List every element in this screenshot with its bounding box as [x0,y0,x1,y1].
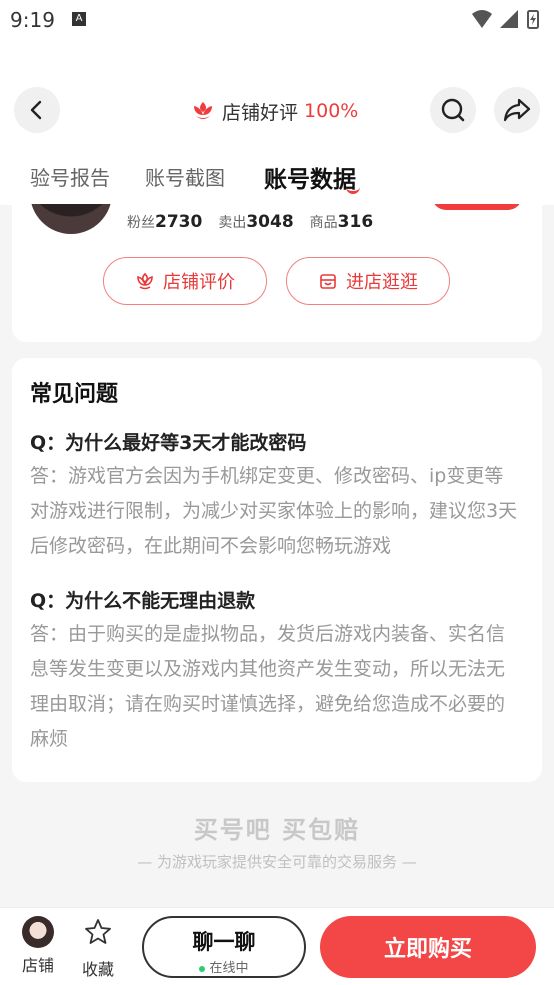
shop-rating-value: 100% [304,100,359,122]
status-time: 9:19 [10,8,55,32]
shop-avatar-small [22,916,54,948]
buy-now-button[interactable]: 立即购买 [320,916,536,978]
tab-account-screenshots[interactable]: 账号截图 [145,162,225,191]
goods-value: 316 [337,212,374,232]
bottom-action-bar: 店铺 收藏 聊一聊 在线中 立即购买 [0,907,554,985]
sold-value: 3048 [246,212,294,232]
fans-value: 2730 [155,212,203,232]
shop-review-label: 店铺评价 [163,272,235,293]
goods-label: 商品 [309,215,338,231]
star-icon [85,919,111,944]
search-button[interactable] [430,87,476,133]
faq-question: Q：为什么不能无理由退款 [30,590,256,612]
fans-label: 粉丝 [127,215,155,231]
fans-stat: 粉丝2730 [127,212,202,232]
follow-button[interactable] [432,204,522,210]
shop-avatar[interactable] [30,204,112,234]
flower-icon [194,102,212,119]
search-icon [441,98,465,122]
tab-account-data[interactable]: 账号数据 [264,160,356,194]
favorite-label: 收藏 [81,960,114,979]
share-icon [503,98,531,122]
sold-label: 卖出 [218,215,247,231]
shop-rating-label: 店铺好评 [222,101,299,124]
shop-review-button[interactable]: 店铺评价 [103,257,267,305]
chat-button[interactable]: 聊一聊 在线中 [142,916,306,978]
favorite-button[interactable]: 收藏 [77,916,119,980]
status-bar: 9:19 A [0,0,554,40]
notification-a-icon: A [72,12,86,26]
back-button[interactable] [14,87,60,133]
goods-stat: 商品316 [310,212,374,232]
online-label: 在线中 [209,961,249,976]
brand-logo: 买号吧 买包赔 [0,810,554,845]
bottom-shop-button[interactable]: 店铺 [17,916,59,976]
share-button[interactable] [494,87,540,133]
detail-tabs: 验号报告 账号截图 账号数据 [0,158,554,202]
brand-footer: 买号吧 买包赔 — 为游戏玩家提供安全可靠的交易服务 — [0,810,554,872]
faq-title: 常见问题 [30,382,119,407]
shop-stats: 粉丝2730 卖出3048 商品316 [127,212,373,232]
brand-logo-right: 买包赔 [282,816,361,844]
faq-card: 常见问题 Q：为什么最好等3天才能改密码 答：游戏官方会因为手机绑定变更、修改密… [12,358,542,782]
store-icon [320,274,336,289]
visit-shop-label: 进店逛逛 [346,272,418,293]
tab-inspection-report[interactable]: 验号报告 [30,162,110,191]
online-dot-icon [199,965,206,972]
shop-card: 粉丝2730 卖出3048 商品316 店铺评价 进店逛逛 [12,204,542,342]
bottom-shop-label: 店铺 [21,956,54,975]
back-arrow-icon [30,100,42,120]
visit-shop-button[interactable]: 进店逛逛 [286,257,450,305]
flower-outline-icon [137,272,153,290]
brand-slogan: — 为游戏玩家提供安全可靠的交易服务 — [137,853,417,871]
brand-logo-left: 买号吧 [193,816,272,844]
faq-answer: 答：游戏官方会因为手机绑定变更、修改密码、ip变更等对游戏进行限制，为减少对买家… [30,465,518,557]
shop-rating: 店铺好评 100% [190,97,358,125]
chat-label: 聊一聊 [192,930,256,954]
system-status-icons [472,10,539,29]
online-status: 在线中 [144,957,304,976]
sold-stat: 卖出3048 [218,212,293,232]
faq-answer: 答：由于购买的是虚拟物品，发货后游戏内装备、实名信息等发生变更以及游戏内其他资产… [30,623,506,750]
buy-now-label: 立即购买 [383,937,472,962]
faq-question: Q：为什么最好等3天才能改密码 [30,432,307,454]
